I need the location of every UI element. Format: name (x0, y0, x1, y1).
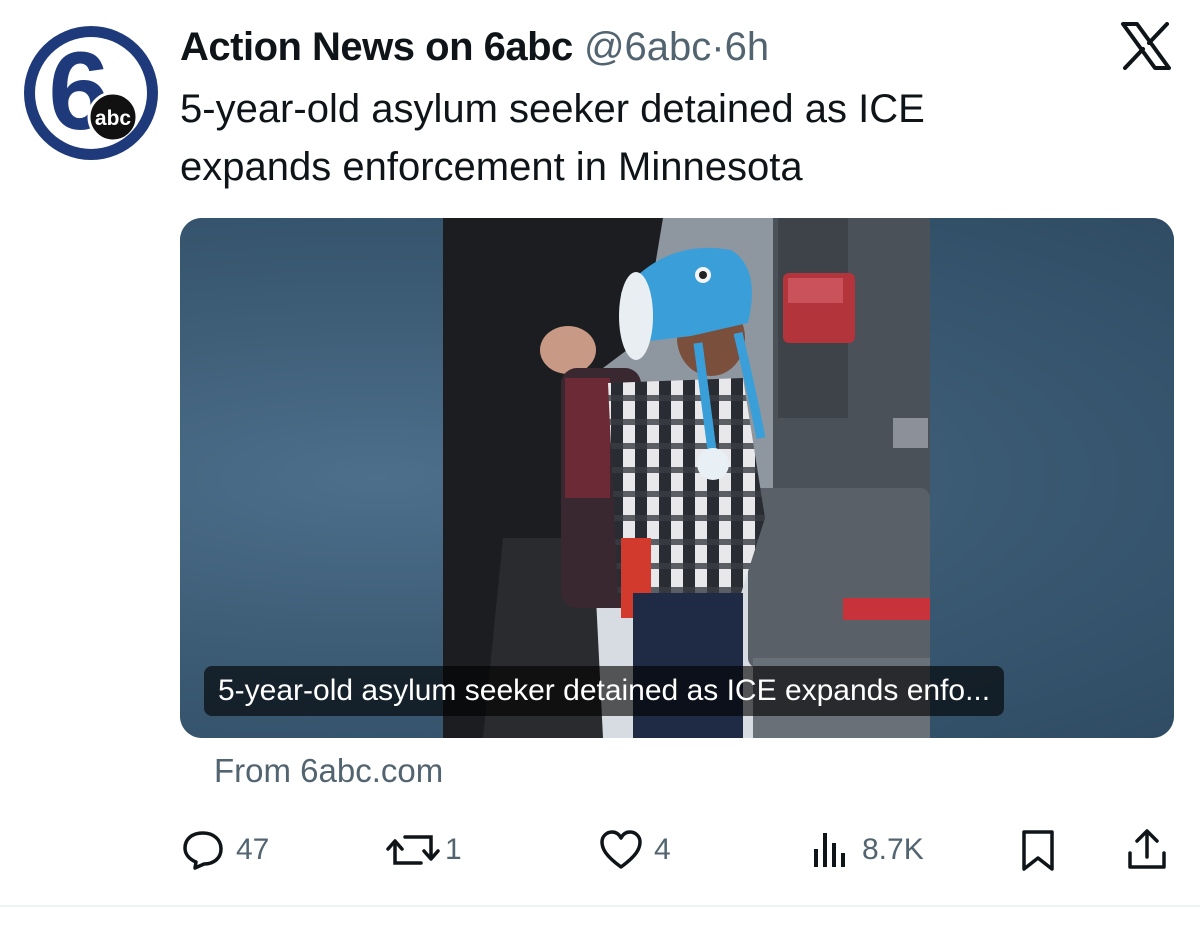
reply-count: 47 (236, 833, 270, 866)
share-icon (1128, 829, 1166, 869)
handle[interactable]: @6abc (584, 25, 711, 69)
like-count: 4 (654, 833, 671, 866)
abc-6-logo-graphic: 6 abc (48, 37, 139, 149)
repost-icon (386, 835, 440, 865)
reply-icon (183, 831, 223, 870)
bookmark-button[interactable] (1018, 820, 1058, 880)
post-divider (0, 905, 1200, 907)
reply-button[interactable]: 47 (180, 820, 269, 880)
repost-count: 1 (445, 833, 462, 866)
bookmark-icon (1022, 830, 1054, 871)
share-button[interactable] (1124, 820, 1170, 880)
news-photo (443, 218, 930, 738)
link-card[interactable]: 5-year-old asylum seeker detained as ICE… (180, 218, 1174, 738)
x-logo-icon[interactable] (1120, 22, 1172, 70)
abc-6-logo: 6 abc (35, 37, 147, 149)
post-header: Action News on 6abc @6abc·6h (180, 22, 769, 72)
action-bar: 47 1 4 8.7K (0, 820, 1200, 880)
card-source[interactable]: From 6abc.com (214, 752, 443, 790)
views-button[interactable]: 8.7K (810, 820, 924, 880)
logo-text: abc (95, 107, 132, 130)
timestamp[interactable]: 6h (725, 25, 770, 69)
views-icon (814, 833, 845, 867)
display-name[interactable]: Action News on 6abc (180, 25, 573, 69)
views-count: 8.7K (862, 833, 924, 866)
card-caption: 5-year-old asylum seeker detained as ICE… (204, 666, 1005, 716)
separator: · (711, 25, 725, 69)
avatar[interactable]: 6 abc (24, 26, 158, 160)
post-text: 5-year-old asylum seeker detained as ICE… (180, 87, 925, 189)
like-button[interactable]: 4 (598, 820, 671, 880)
like-icon (600, 830, 642, 869)
repost-button[interactable]: 1 (385, 820, 462, 880)
